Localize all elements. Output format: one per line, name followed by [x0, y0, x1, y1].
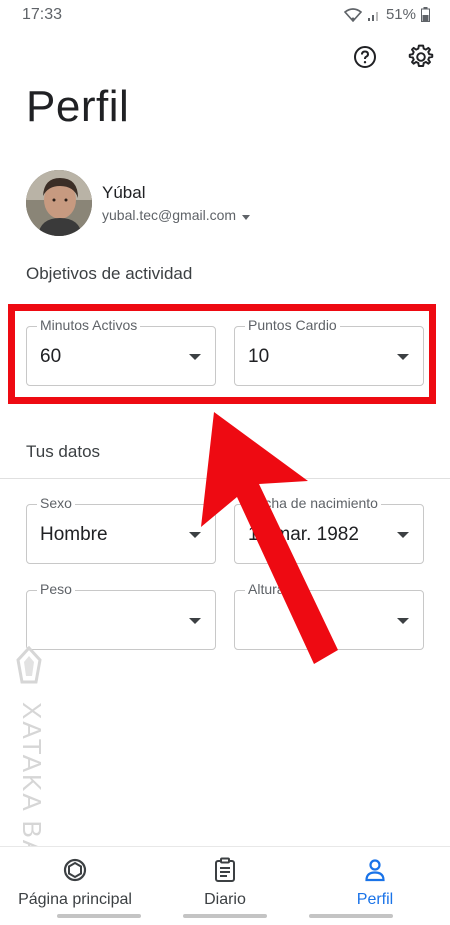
journal-icon: [213, 857, 237, 888]
status-time: 17:33: [22, 6, 63, 23]
nav-label: Diario: [204, 891, 246, 908]
weight-dropdown[interactable]: Peso: [26, 581, 216, 650]
field-label: Peso: [37, 581, 75, 597]
person-icon: [363, 857, 387, 888]
chevron-down-icon: [242, 207, 251, 223]
watermark-logo-icon: [16, 645, 42, 684]
field-label: Fecha de nacimiento: [245, 495, 381, 511]
profile-name: Yúbal: [102, 183, 146, 202]
dropdown-caret-icon: [189, 532, 201, 538]
your-data-title: Tus datos: [26, 442, 101, 461]
nav-label: Perfil: [356, 891, 394, 908]
height-dropdown[interactable]: Altura: [234, 581, 424, 650]
page-title: Perfil: [26, 82, 130, 131]
wifi-icon: [343, 7, 362, 22]
nav-item-profile[interactable]: Perfil: [300, 857, 450, 909]
avatar: [26, 170, 92, 236]
divider: [0, 478, 450, 479]
bottom-navigation: Página principal Diario Perfil: [0, 846, 450, 925]
battery-percent: 51%: [385, 6, 416, 23]
field-value: Hombre: [40, 524, 108, 545]
field-value: 18 mar. 1982: [248, 524, 359, 545]
red-arrow-annotation: [201, 412, 338, 664]
dropdown-caret-icon: [397, 618, 409, 624]
gesture-indicator: [57, 914, 141, 918]
home-ring-icon: [62, 857, 88, 888]
gear-icon[interactable]: [406, 42, 436, 72]
signal-icon: [367, 8, 381, 22]
gesture-indicator: [309, 914, 393, 918]
status-bar: 17:33 51%: [0, 0, 450, 32]
nav-item-home[interactable]: Página principal: [0, 857, 150, 909]
sex-dropdown[interactable]: Sexo Hombre: [26, 495, 216, 564]
profile-email: yubal.tec@gmail.com: [102, 207, 237, 223]
birthdate-dropdown[interactable]: Fecha de nacimiento 18 mar. 1982: [234, 495, 424, 564]
activity-goals-title: Objetivos de actividad: [26, 264, 193, 283]
nav-label: Página principal: [18, 891, 132, 908]
nav-item-journal[interactable]: Diario: [150, 857, 300, 909]
dropdown-caret-icon: [189, 618, 201, 624]
status-icons: 51%: [343, 6, 430, 23]
field-label: Altura: [245, 581, 288, 597]
field-label: Sexo: [37, 495, 75, 511]
account-switcher[interactable]: Yúbal yubal.tec@gmail.com: [26, 170, 251, 236]
battery-icon: [421, 7, 430, 22]
gesture-indicator: [183, 914, 267, 918]
help-icon[interactable]: [350, 42, 380, 72]
header-actions: [350, 42, 436, 72]
highlight-annotation-box: [8, 304, 436, 404]
dropdown-caret-icon: [397, 532, 409, 538]
